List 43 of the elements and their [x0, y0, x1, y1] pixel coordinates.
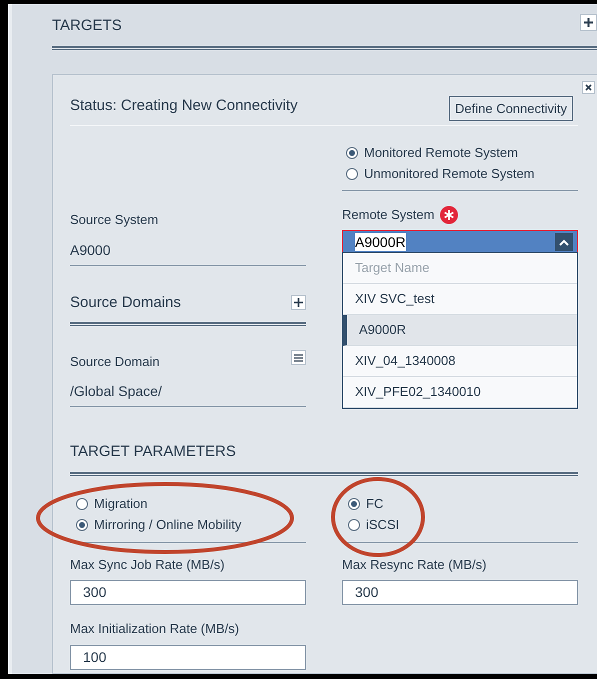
- remote-system-select[interactable]: A9000R: [342, 230, 578, 254]
- field-label: Source System: [70, 211, 160, 229]
- radio-label: Mirroring / Online Mobility: [94, 516, 242, 534]
- radio-button[interactable]: [76, 498, 88, 510]
- dropdown-item[interactable]: A9000R: [343, 315, 577, 346]
- chevron-up-icon: [559, 238, 569, 246]
- status-text: Status: Creating New Connectivity: [70, 96, 298, 116]
- field-value: /Global Space/: [70, 382, 163, 401]
- input-field[interactable]: 300: [70, 580, 306, 605]
- radio-label: Unmonitored Remote System: [364, 164, 535, 183]
- radio-label: Migration: [94, 495, 148, 514]
- collapse-button[interactable]: [555, 233, 573, 251]
- field-label: Max Resync Rate (MB/s): [342, 556, 488, 574]
- radio-label: Monitored Remote System: [364, 144, 518, 162]
- section-title: TARGETS: [52, 16, 122, 36]
- input-field[interactable]: 100: [70, 644, 306, 670]
- input-field[interactable]: 300: [342, 580, 578, 605]
- expand-button[interactable]: [580, 14, 597, 31]
- field-label: Max Initialization Rate (MB/s): [70, 620, 240, 638]
- add-button[interactable]: [291, 295, 306, 310]
- field-label: Source Domain: [70, 352, 160, 370]
- list-header: Target Name: [343, 253, 577, 284]
- menu-icon: [294, 354, 303, 362]
- plus-icon: [584, 18, 593, 27]
- dropdown-item[interactable]: XIV_PFE02_1340010: [343, 377, 577, 408]
- field-label: Remote System: [342, 206, 434, 224]
- section-title: Source Domains: [70, 292, 181, 312]
- radio-label: iSCSI: [366, 516, 400, 534]
- list-button[interactable]: [291, 350, 306, 365]
- radio-button[interactable]: [346, 146, 358, 158]
- close-icon: [585, 84, 592, 90]
- dropdown-item[interactable]: XIV_04_1340008: [343, 346, 577, 377]
- radio-label: FC: [366, 495, 384, 514]
- radio-button[interactable]: [348, 498, 360, 510]
- plus-icon: [294, 298, 303, 307]
- radio-button[interactable]: [346, 168, 358, 180]
- field-label: Max Sync Job Rate (MB/s): [70, 556, 226, 574]
- close-button[interactable]: [582, 80, 595, 94]
- radio-button[interactable]: [76, 519, 88, 531]
- define-connectivity-button[interactable]: Define Connectivity: [449, 96, 573, 121]
- field-value: A9000: [70, 240, 112, 260]
- radio-button[interactable]: [348, 519, 360, 531]
- section-title: TARGET PARAMETERS: [70, 442, 237, 462]
